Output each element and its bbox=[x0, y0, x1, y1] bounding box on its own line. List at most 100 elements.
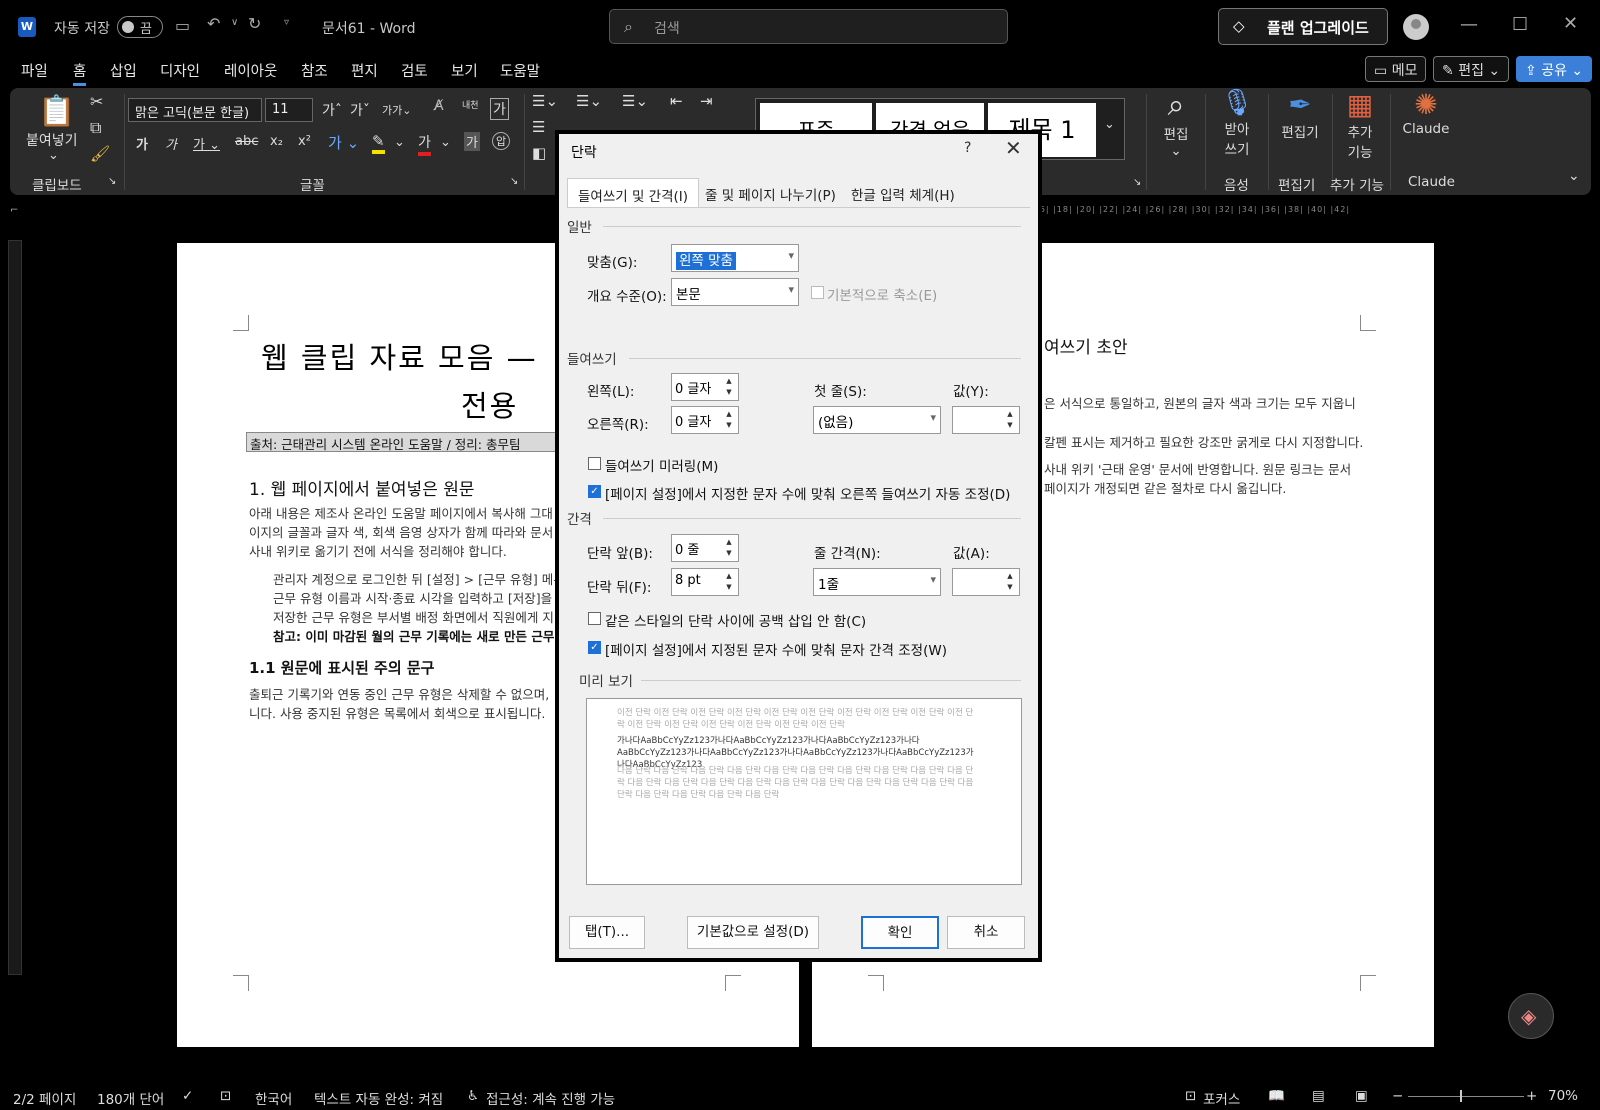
spinner-arrows-icon[interactable]: ▲ ▼ bbox=[722, 571, 736, 593]
help-icon[interactable]: ? bbox=[964, 140, 971, 156]
phonetic-guide-icon[interactable]: 내천 bbox=[462, 98, 479, 111]
multilevel-list-icon[interactable]: ☰⌄ bbox=[622, 92, 648, 110]
right-indent-spinner[interactable]: 0 글자 ▲ ▼ bbox=[671, 406, 739, 434]
spacing-before-spinner[interactable]: 0 줄 ▲ ▼ bbox=[671, 534, 739, 562]
tab-mailings[interactable]: 편지 bbox=[351, 60, 378, 81]
italic-icon[interactable]: 가 bbox=[165, 134, 177, 153]
web-layout-icon[interactable]: ▣ bbox=[1355, 1088, 1368, 1104]
accessibility-status[interactable]: 접근성: 계속 진행 가능 bbox=[486, 1088, 615, 1108]
spacing-after-spinner[interactable]: 8 pt ▲ ▼ bbox=[671, 568, 739, 596]
spinner-arrows-icon[interactable]: ▲ ▼ bbox=[1003, 571, 1017, 593]
tab-insert[interactable]: 삽입 bbox=[110, 60, 137, 81]
font-color-icon[interactable]: 가 bbox=[418, 132, 431, 156]
word-count[interactable]: 180개 단어 bbox=[97, 1088, 164, 1108]
underline-icon[interactable]: 가 ⌄ bbox=[193, 134, 220, 153]
auto-right-indent-checkbox[interactable]: ✓ bbox=[588, 485, 601, 498]
copy-icon[interactable]: ⧉ bbox=[90, 118, 101, 138]
bold-icon[interactable]: 가 bbox=[136, 134, 148, 153]
tab-line-page-breaks[interactable]: 줄 및 페이지 나누기(P) bbox=[695, 178, 846, 208]
spinner-arrows-icon[interactable]: ▲ ▼ bbox=[722, 409, 736, 431]
minimize-icon[interactable]: — bbox=[1460, 14, 1478, 35]
collapse-ribbon-icon[interactable]: ⌄ bbox=[1568, 168, 1580, 184]
bullets-icon[interactable]: ☰⌄ bbox=[532, 92, 558, 110]
tabs-button[interactable]: 탭(T)... bbox=[569, 916, 645, 949]
tab-help[interactable]: 도움말 bbox=[500, 60, 540, 81]
decrease-indent-icon[interactable]: ⇤ bbox=[670, 92, 683, 110]
tab-asian-typography[interactable]: 한글 입력 체계(H) bbox=[841, 178, 965, 208]
tab-layout[interactable]: 레이아웃 bbox=[224, 60, 277, 81]
mirror-indents-checkbox[interactable] bbox=[588, 457, 601, 470]
tab-home[interactable]: 홈 bbox=[73, 60, 87, 86]
avatar[interactable] bbox=[1403, 14, 1429, 40]
enclose-characters-icon[interactable]: 압 bbox=[492, 132, 511, 150]
styles-more-icon[interactable]: ⌄ bbox=[1104, 117, 1115, 132]
align-left-icon[interactable]: ☰ bbox=[532, 118, 545, 136]
paste-dropdown-icon[interactable]: ⌄ bbox=[48, 148, 59, 163]
tab-view[interactable]: 보기 bbox=[451, 60, 478, 81]
dialog-launcher-icon[interactable]: ↘ bbox=[108, 176, 116, 187]
subscript-icon[interactable]: x₂ bbox=[270, 134, 283, 149]
indent-by-spinner[interactable]: ▲ ▼ bbox=[952, 406, 1020, 434]
grow-font-icon[interactable]: 가ˆ bbox=[322, 100, 342, 120]
zoom-slider-thumb[interactable] bbox=[1460, 1090, 1462, 1102]
focus-mode[interactable]: 포커스 bbox=[1203, 1088, 1240, 1108]
editor-button[interactable]: ✒ 편집기 bbox=[1276, 88, 1324, 141]
format-painter-icon[interactable]: 🖌 bbox=[90, 144, 110, 163]
close-window-icon[interactable]: ✕ bbox=[1563, 13, 1578, 34]
special-indent-select[interactable]: (없음) ▾ bbox=[813, 406, 941, 434]
page-count[interactable]: 2/2 페이지 bbox=[13, 1088, 76, 1108]
font-color-dropdown-icon[interactable]: ⌄ bbox=[440, 135, 451, 150]
numbering-icon[interactable]: ☰⌄ bbox=[576, 92, 602, 110]
line-spacing-select[interactable]: 1줄 ▾ bbox=[813, 568, 941, 596]
tab-review[interactable]: 검토 bbox=[401, 60, 428, 81]
tab-references[interactable]: 참조 bbox=[301, 60, 328, 81]
shading-icon[interactable]: ◧ bbox=[532, 144, 546, 162]
spinner-arrows-icon[interactable]: ▲ ▼ bbox=[722, 537, 736, 559]
dictate-button[interactable]: 🎙 받아 쓰기 bbox=[1215, 88, 1259, 158]
zoom-in-icon[interactable]: + bbox=[1526, 1088, 1537, 1104]
search-box[interactable]: ⌕ 검색 bbox=[609, 9, 1008, 44]
addins-button[interactable]: ▦ 추가 기능 bbox=[1338, 88, 1382, 161]
undo-icon[interactable]: ↶ bbox=[207, 14, 220, 33]
zoom-out-icon[interactable]: − bbox=[1392, 1088, 1403, 1104]
clear-formatting-icon[interactable]: A̸ bbox=[434, 98, 444, 114]
character-shading-icon[interactable]: 가 bbox=[464, 132, 480, 151]
close-icon[interactable]: ✕ bbox=[1005, 136, 1022, 160]
zoom-level[interactable]: 70% bbox=[1548, 1088, 1578, 1104]
proofing-icon[interactable]: ✓ bbox=[182, 1088, 193, 1104]
maximize-icon[interactable]: ☐ bbox=[1512, 14, 1528, 35]
text-effects-icon[interactable]: 가 ⌄ bbox=[328, 132, 359, 153]
claude-button[interactable]: ✺ Claude bbox=[1396, 88, 1456, 137]
shrink-font-icon[interactable]: 가ˇ bbox=[350, 100, 370, 120]
print-layout-icon[interactable]: ▤ bbox=[1312, 1088, 1325, 1104]
read-mode-icon[interactable]: 📖 bbox=[1268, 1088, 1285, 1104]
vertical-ruler[interactable] bbox=[8, 240, 22, 975]
language[interactable]: 한국어 bbox=[255, 1088, 292, 1108]
snap-to-grid-checkbox[interactable]: ✓ bbox=[588, 641, 601, 654]
change-case-icon[interactable]: 가가⌄ bbox=[382, 102, 411, 118]
strikethrough-icon[interactable]: abc bbox=[235, 134, 258, 149]
no-space-same-style-checkbox[interactable] bbox=[588, 612, 601, 625]
memo-button[interactable]: ▭ 메모 bbox=[1365, 56, 1427, 82]
styles-dialog-launcher-icon[interactable]: ↘ bbox=[1133, 177, 1141, 188]
customize-qat-icon[interactable]: ▿ bbox=[284, 17, 289, 28]
tab-design[interactable]: 디자인 bbox=[160, 60, 200, 81]
set-as-default-button[interactable]: 기본값으로 설정(D) bbox=[687, 916, 819, 949]
cancel-button[interactable]: 취소 bbox=[947, 916, 1025, 949]
editing-mode-button[interactable]: ✎ 편집 ⌄ bbox=[1433, 56, 1510, 82]
cut-icon[interactable]: ✂ bbox=[90, 92, 103, 111]
highlight-icon[interactable]: ✎ bbox=[372, 132, 385, 154]
highlight-dropdown-icon[interactable]: ⌄ bbox=[394, 135, 405, 150]
share-button[interactable]: ⇪ 공유 ⌄ bbox=[1516, 56, 1593, 82]
tab-selector-icon[interactable]: ⌐ bbox=[10, 205, 18, 216]
outline-level-select[interactable]: 본문 ▾ bbox=[671, 278, 799, 306]
superscript-icon[interactable]: x² bbox=[298, 134, 311, 149]
save-icon[interactable]: ▭ bbox=[175, 16, 190, 35]
ok-button[interactable]: 확인 bbox=[861, 916, 939, 949]
character-border-icon[interactable]: 가 bbox=[490, 98, 509, 120]
alignment-select[interactable]: 왼쪽 맞춤 ▾ bbox=[671, 244, 799, 272]
text-predictions-icon[interactable]: ⊡ bbox=[220, 1088, 231, 1104]
paste-icon[interactable]: 📋 bbox=[38, 94, 75, 129]
spinner-arrows-icon[interactable]: ▲ ▼ bbox=[722, 376, 736, 398]
autocomplete-status[interactable]: 텍스트 자동 완성: 켜짐 bbox=[314, 1088, 443, 1108]
